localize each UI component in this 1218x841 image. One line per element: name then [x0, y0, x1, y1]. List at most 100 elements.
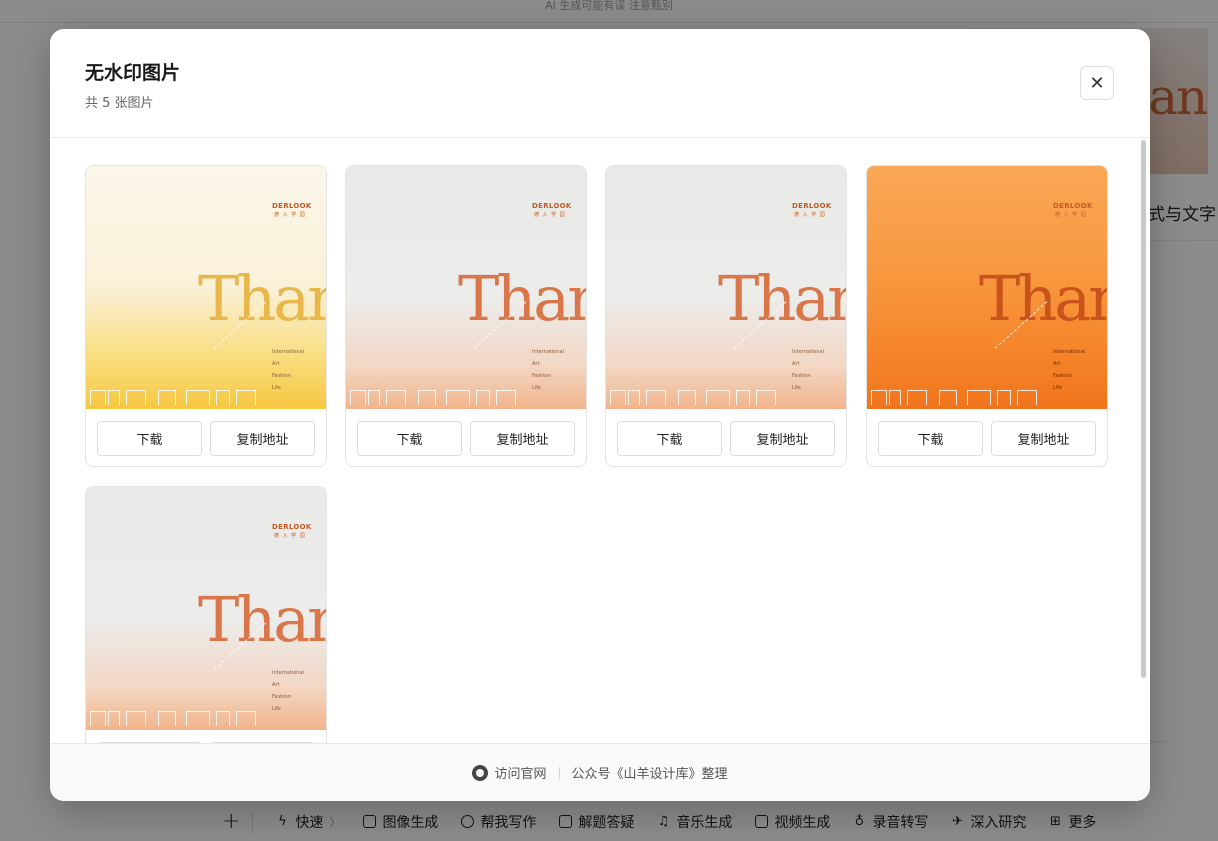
download-button[interactable]: 下载: [878, 421, 983, 456]
poster-headline: Than: [458, 262, 586, 335]
furniture-shape: [496, 390, 516, 405]
image-card: DERLOOK 德 入 学 园 Than International Art Fashio…: [605, 165, 847, 467]
visit-website-label: 访问官网: [494, 767, 547, 782]
close-button[interactable]: ✕: [1080, 66, 1114, 100]
furniture-shape: [756, 390, 776, 405]
download-button[interactable]: 下载: [97, 421, 202, 456]
furniture-shape: [706, 390, 730, 405]
image-card: DERLOOK 德 入 学 园 Than International Art Fashio…: [345, 165, 587, 467]
footer-divider: [558, 766, 560, 779]
github-icon: [472, 764, 489, 781]
furniture-shape: [610, 390, 626, 405]
furniture-shape: [186, 390, 210, 405]
poster-tagline: International: [792, 349, 824, 355]
poster-tagline: Fashion: [1053, 373, 1072, 379]
poster-tagline: Fashion: [272, 373, 291, 379]
poster-tagline: International: [1053, 349, 1085, 355]
furniture-shape: [108, 711, 120, 726]
poster-brand-logo: DERLOOK: [272, 523, 312, 531]
image-card: DERLOOK 德 入 学 园 Than International Art Fashio…: [866, 165, 1108, 467]
poster-headline: Than: [198, 262, 326, 335]
poster-tagline: Art: [792, 361, 800, 367]
image-card-actions: 下载复制地址: [878, 421, 1096, 456]
poster-brand-sub: 德 入 学 园: [794, 212, 826, 218]
poster-tagline: Fashion: [792, 373, 811, 379]
watermark-free-images-dialog: 无水印图片 共 5 张图片 ✕ DERLOOK 德 入 学 园 Than Intern…: [50, 29, 1150, 801]
poster-brand-sub: 德 入 学 园: [274, 533, 306, 539]
poster-furniture-outline: [86, 389, 326, 405]
furniture-shape: [90, 390, 106, 405]
furniture-shape: [871, 390, 887, 405]
furniture-shape: [736, 390, 750, 405]
poster-tagline: Art: [272, 682, 280, 688]
furniture-shape: [997, 390, 1011, 405]
poster-tagline: International: [272, 670, 304, 676]
furniture-shape: [236, 390, 256, 405]
furniture-shape: [939, 390, 957, 405]
furniture-shape: [216, 390, 230, 405]
furniture-shape: [967, 390, 991, 405]
furniture-shape: [126, 711, 146, 726]
poster-furniture-outline: [346, 389, 586, 405]
image-card: DERLOOK 德 入 学 园 Than International Art Fashio…: [85, 486, 327, 743]
dialog-footer: 访问官网 公众号《山羊设计库》整理: [50, 743, 1150, 801]
image-grid-scroll[interactable]: DERLOOK 德 入 学 园 Than International Art Fashio…: [50, 138, 1150, 743]
furniture-shape: [350, 390, 366, 405]
dialog-title: 无水印图片: [85, 62, 181, 84]
poster-tagline: Art: [272, 361, 280, 367]
download-button[interactable]: 下载: [357, 421, 462, 456]
copy-url-button[interactable]: 复制地址: [730, 421, 835, 456]
poster-furniture-outline: [86, 710, 326, 726]
image-thumbnail[interactable]: DERLOOK 德 入 学 园 Than International Art Fashio…: [86, 166, 326, 409]
image-thumbnail[interactable]: DERLOOK 德 入 学 园 Than International Art Fashio…: [346, 166, 586, 409]
poster-brand-sub: 德 入 学 园: [534, 212, 566, 218]
scrollbar-thumb[interactable]: [1141, 140, 1146, 678]
dialog-header: 无水印图片 共 5 张图片 ✕: [50, 29, 1150, 138]
poster-tagline-list: International Art Fashion Life: [532, 346, 564, 394]
furniture-shape: [889, 390, 901, 405]
close-icon: ✕: [1089, 73, 1105, 93]
poster-headline: Than: [979, 262, 1107, 335]
furniture-shape: [108, 390, 120, 405]
poster-tagline: Art: [532, 361, 540, 367]
poster-tagline-list: International Art Fashion Life: [272, 667, 304, 715]
furniture-shape: [216, 711, 230, 726]
download-button[interactable]: 下载: [617, 421, 722, 456]
poster-furniture-outline: [867, 389, 1107, 405]
furniture-shape: [236, 711, 256, 726]
poster-brand-logo: DERLOOK: [532, 202, 572, 210]
image-count: 共 5 张图片: [85, 96, 154, 111]
poster-brand-logo: DERLOOK: [272, 202, 312, 210]
poster-furniture-outline: [606, 389, 846, 405]
furniture-shape: [158, 711, 176, 726]
furniture-shape: [158, 390, 176, 405]
image-thumbnail[interactable]: DERLOOK 德 入 学 园 Than International Art Fashio…: [86, 487, 326, 730]
image-card-actions: 下载复制地址: [617, 421, 835, 456]
image-card: DERLOOK 德 入 学 园 Than International Art Fashio…: [85, 165, 327, 467]
image-thumbnail[interactable]: DERLOOK 德 入 学 园 Than International Art Fashio…: [867, 166, 1107, 409]
poster-tagline: Art: [1053, 361, 1061, 367]
poster-brand-logo: DERLOOK: [1053, 202, 1093, 210]
poster-tagline: Fashion: [272, 694, 291, 700]
poster-tagline: International: [272, 349, 304, 355]
image-card-actions: 下载复制地址: [357, 421, 575, 456]
poster-tagline: International: [532, 349, 564, 355]
poster-tagline: Fashion: [532, 373, 551, 379]
visit-website-link[interactable]: 访问官网: [472, 763, 547, 782]
furniture-shape: [907, 390, 927, 405]
image-thumbnail[interactable]: DERLOOK 德 入 学 园 Than International Art Fashio…: [606, 166, 846, 409]
copy-url-button[interactable]: 复制地址: [470, 421, 575, 456]
poster-brand-sub: 德 入 学 园: [1055, 212, 1087, 218]
copy-url-button[interactable]: 复制地址: [210, 421, 315, 456]
copy-url-button[interactable]: 复制地址: [991, 421, 1096, 456]
furniture-shape: [678, 390, 696, 405]
furniture-shape: [368, 390, 380, 405]
poster-brand-sub: 德 入 学 园: [274, 212, 306, 218]
image-card-actions: 下载复制地址: [97, 421, 315, 456]
poster-tagline-list: International Art Fashion Life: [272, 346, 304, 394]
poster-headline: Than: [718, 262, 846, 335]
furniture-shape: [646, 390, 666, 405]
poster-tagline-list: International Art Fashion Life: [792, 346, 824, 394]
furniture-shape: [628, 390, 640, 405]
furniture-shape: [186, 711, 210, 726]
